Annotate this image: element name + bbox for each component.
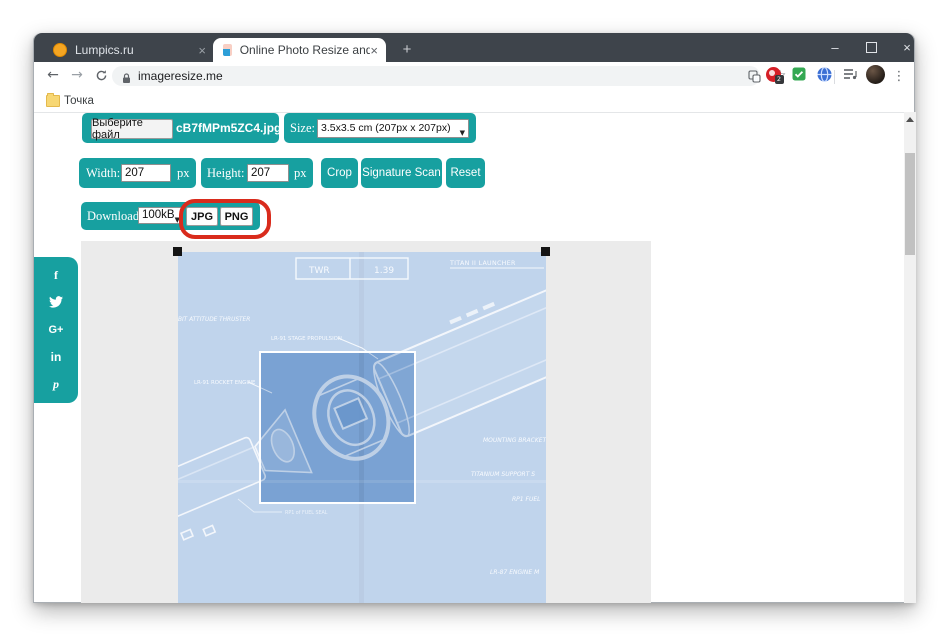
globe-extension-icon[interactable] bbox=[816, 66, 832, 82]
signature-scan-button[interactable]: Signature Scan bbox=[361, 158, 442, 188]
lumpics-favicon bbox=[53, 43, 67, 57]
twitter-share-button[interactable] bbox=[34, 296, 78, 311]
selected-filename: cB7fMPm5ZC4.jpg bbox=[176, 121, 281, 135]
check-extension-icon[interactable] bbox=[791, 66, 807, 82]
reset-button[interactable]: Reset bbox=[446, 158, 485, 188]
bookmarks-bar: Точка bbox=[34, 90, 914, 113]
address-bar[interactable]: imageresize.me A ☆ bbox=[112, 66, 760, 86]
blueprint-image[interactable]: TWR 1.39 TITAN II LAUNCHER BIT ATTITUDE … bbox=[178, 252, 546, 603]
resize-handle-top-left[interactable] bbox=[173, 247, 182, 256]
imageresize-favicon bbox=[223, 44, 232, 56]
choose-file-button[interactable]: Выберите файл bbox=[91, 119, 173, 139]
size-caret-icon: ▼ bbox=[460, 125, 465, 142]
tab-close-icon[interactable]: × bbox=[370, 43, 378, 58]
extension-badge: 2 bbox=[775, 75, 784, 84]
profile-avatar[interactable] bbox=[866, 65, 885, 84]
height-input[interactable] bbox=[247, 164, 289, 182]
bookmark-folder-label[interactable]: Точка bbox=[64, 90, 94, 111]
width-panel: Width: px bbox=[79, 158, 196, 188]
size-value: 3.5x3.5 cm (207px x 207px) bbox=[321, 122, 451, 134]
maximize-button[interactable] bbox=[856, 33, 886, 62]
lock-icon bbox=[122, 71, 131, 89]
url-text[interactable]: imageresize.me bbox=[138, 66, 223, 86]
size-panel: Size: 3.5x3.5 cm (207px x 207px) ▼ bbox=[284, 113, 476, 143]
height-unit: px bbox=[294, 166, 307, 181]
twitter-bird-icon bbox=[49, 296, 63, 308]
adblock-extension-icon[interactable]: 2 bbox=[765, 66, 781, 82]
size-select[interactable]: 3.5x3.5 cm (207px x 207px) ▼ bbox=[317, 119, 469, 138]
download-size-value: 100kB bbox=[142, 209, 175, 221]
facebook-share-button[interactable]: f bbox=[34, 268, 78, 283]
new-tab-button[interactable]: + bbox=[398, 40, 416, 58]
size-label: Size: bbox=[290, 121, 315, 136]
red-annotation-oval bbox=[179, 199, 271, 239]
tab-lumpics[interactable]: Lumpics.ru × bbox=[42, 38, 214, 62]
maximize-icon bbox=[866, 42, 877, 53]
scrollbar-thumb[interactable] bbox=[905, 153, 915, 255]
translate-icon[interactable]: A bbox=[746, 68, 762, 84]
forward-button[interactable]: → bbox=[66, 64, 88, 86]
scrollbar-up-arrow[interactable] bbox=[906, 117, 914, 122]
tab-label: Online Photo Resize and Crop | R bbox=[240, 43, 371, 57]
browser-toolbar: ← → imageresize.me A ☆ bbox=[34, 62, 914, 90]
linkedin-share-button[interactable]: in bbox=[34, 350, 78, 364]
close-button[interactable]: × bbox=[892, 33, 922, 62]
bookmark-folder-icon[interactable] bbox=[46, 95, 60, 107]
height-panel: Height: px bbox=[201, 158, 313, 188]
tab-close-icon[interactable]: × bbox=[198, 43, 206, 58]
width-input[interactable] bbox=[121, 164, 171, 182]
width-unit: px bbox=[177, 166, 190, 181]
pinterest-share-button[interactable]: p bbox=[34, 377, 78, 392]
browser-window: Lumpics.ru × Online Photo Resize and Cro… bbox=[33, 33, 915, 603]
download-size-select[interactable]: 100kB ▼ bbox=[138, 207, 182, 224]
chrome-menu-icon[interactable]: ⋮ bbox=[890, 66, 908, 86]
width-label: Width: bbox=[86, 166, 120, 181]
social-share-bar: f G+ in p bbox=[34, 257, 78, 403]
label-fuel-seal: RP1 of FUEL SEAL bbox=[285, 510, 328, 516]
image-preview-area: TWR 1.39 TITAN II LAUNCHER BIT ATTITUDE … bbox=[81, 241, 651, 603]
crop-button[interactable]: Crop bbox=[321, 158, 358, 188]
resize-handle-top-right[interactable] bbox=[541, 247, 550, 256]
height-label: Height: bbox=[207, 166, 245, 181]
reload-icon bbox=[95, 69, 108, 82]
tab-label: Lumpics.ru bbox=[75, 43, 134, 57]
tab-strip: Lumpics.ru × Online Photo Resize and Cro… bbox=[34, 33, 914, 62]
googleplus-share-button[interactable]: G+ bbox=[34, 324, 78, 336]
back-button[interactable]: ← bbox=[42, 64, 64, 86]
reload-button[interactable] bbox=[90, 64, 112, 86]
minimize-button[interactable]: – bbox=[820, 33, 850, 62]
toolbar-separator bbox=[834, 70, 835, 84]
tab-imageresize[interactable]: Online Photo Resize and Crop | R × bbox=[213, 38, 386, 62]
page-scrollbar[interactable] bbox=[904, 112, 916, 603]
reading-list-icon[interactable] bbox=[842, 66, 858, 82]
file-select-panel: Выберите файл cB7fMPm5ZC4.jpg bbox=[82, 113, 279, 143]
download-label: Download: bbox=[87, 209, 143, 224]
screenshot-stage: Lumpics.ru × Online Photo Resize and Cro… bbox=[0, 0, 950, 639]
